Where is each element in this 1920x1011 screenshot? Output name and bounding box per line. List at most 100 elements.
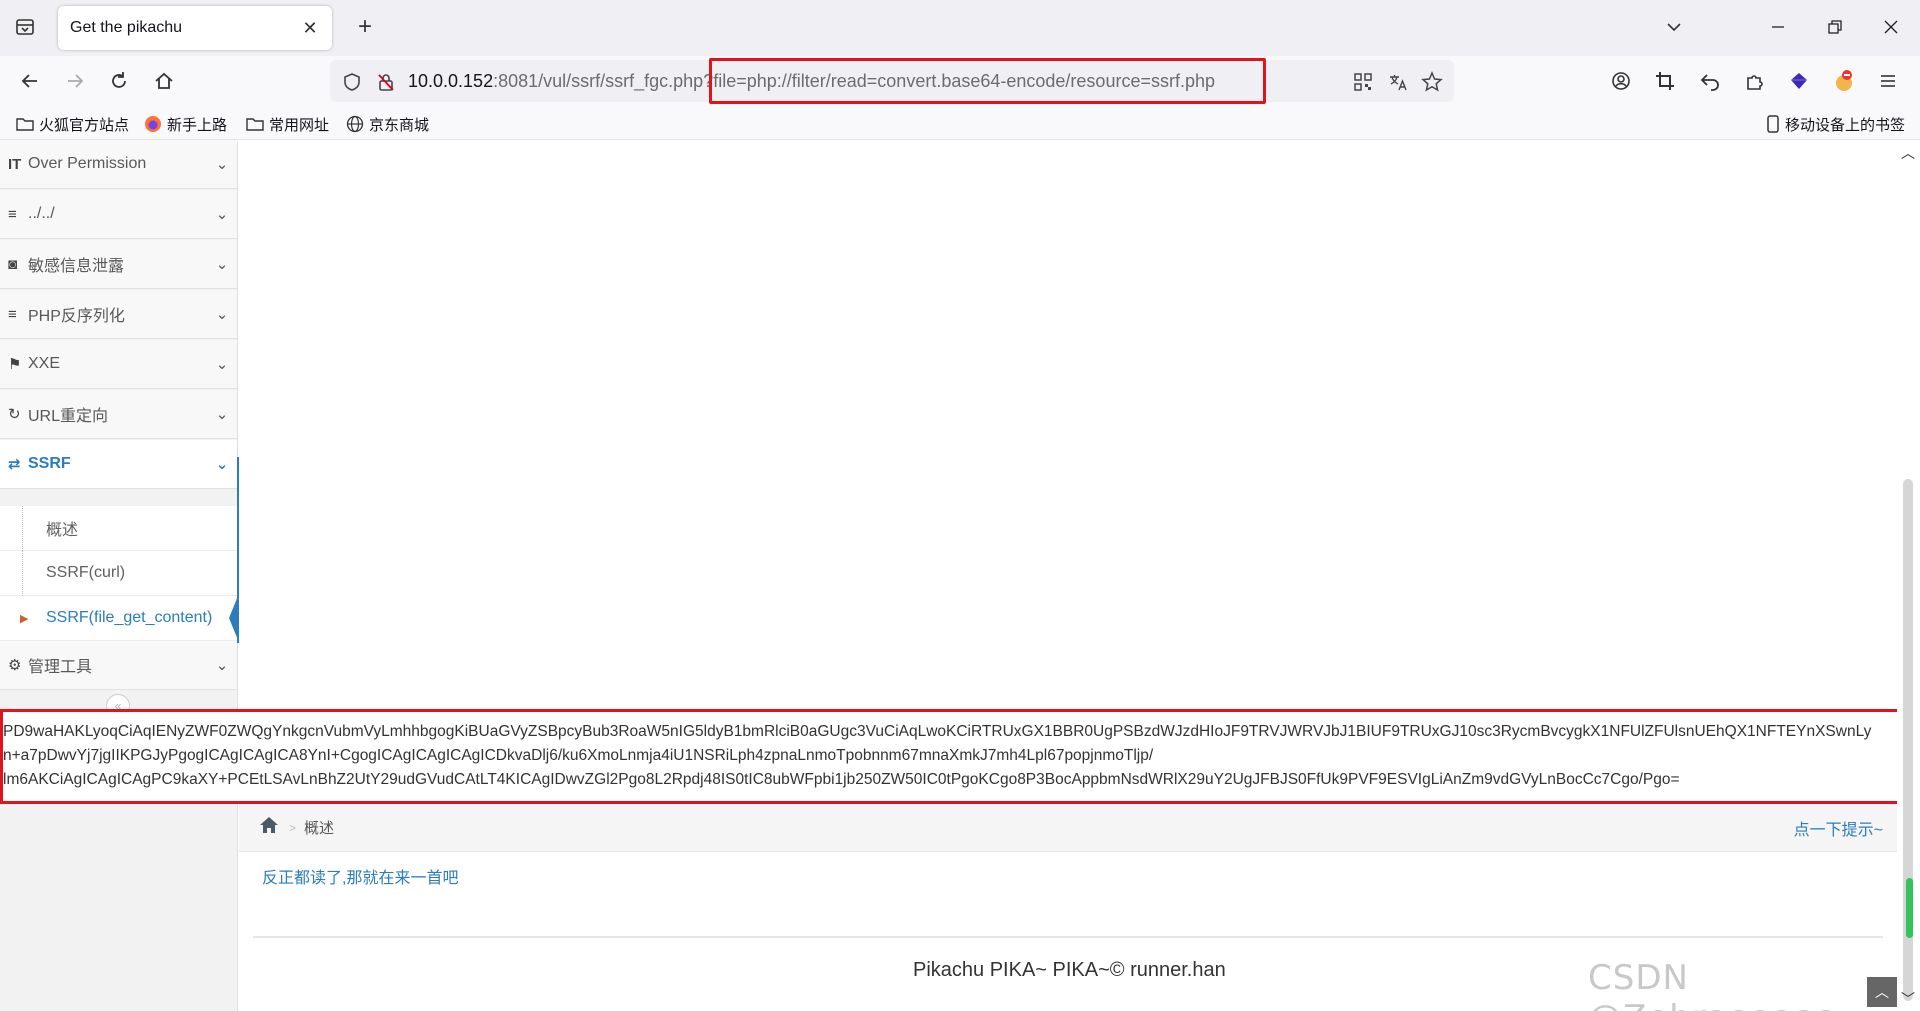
footer-text: Pikachu PIKA~ PIKA~© runner.han bbox=[913, 959, 1226, 981]
account-icon[interactable] bbox=[1606, 66, 1636, 96]
base64-output: PD9waHAKLyoqCiAqIENyZWF0ZWQgYnkgcnVubmVy… bbox=[3, 712, 1893, 792]
list-icon: ≡ bbox=[8, 305, 17, 323]
chevron-down-icon: ⌄ bbox=[215, 206, 229, 223]
sidebar-item-label: XXE bbox=[28, 355, 61, 372]
sidebar-subitem-ssrf-file-get-content[interactable]: ▶ SSRF(file_get_content) bbox=[0, 596, 238, 641]
restore-icon[interactable] bbox=[1815, 10, 1855, 44]
sidebar-item-info-leak[interactable]: ◙ 敏感信息泄露 ⌄ bbox=[0, 240, 237, 289]
bookmark-item[interactable]: 火狐官方站点 bbox=[16, 113, 129, 135]
menu-hamburger-icon[interactable] bbox=[1873, 66, 1903, 96]
sidebar-subitem-label: SSRF(curl) bbox=[46, 564, 126, 581]
home-icon[interactable] bbox=[149, 66, 179, 96]
bookmark-label: 常用网址 bbox=[269, 116, 330, 134]
qr-code-icon[interactable] bbox=[1351, 70, 1375, 94]
output-line: lm6AKCiAgICAgICAgPC9kaXY+PCEtLSAvLnBhZ2U… bbox=[3, 771, 1680, 788]
active-tab[interactable]: Get the pikachu ✕ bbox=[58, 6, 332, 50]
exchange-icon: ⇄ bbox=[8, 456, 21, 473]
sidebar-item-label: 管理工具 bbox=[28, 659, 93, 676]
tab-list-icon[interactable] bbox=[12, 14, 38, 40]
footer-divider bbox=[253, 936, 1883, 938]
poem-link[interactable]: 反正都读了,那就在来一首吧 bbox=[262, 864, 458, 888]
sidebar-item-url-redirect[interactable]: ↻ URL重定向 ⌄ bbox=[0, 390, 237, 439]
navigation-bar: 10.0.0.152:8081/vul/ssrf/ssrf_fgc.php?fi… bbox=[0, 56, 1920, 106]
sidebar-subitem-label: SSRF(file_get_content) bbox=[46, 609, 213, 626]
folder-icon bbox=[246, 118, 264, 131]
url-path: :8081/vul/ssrf/ssrf_fgc.php bbox=[493, 71, 704, 91]
undo-arrow-icon[interactable] bbox=[1695, 66, 1725, 96]
globe-icon bbox=[346, 115, 364, 133]
bookmark-item[interactable]: 常用网址 bbox=[246, 113, 329, 135]
caret-right-icon: ▶ bbox=[20, 612, 29, 625]
sidebar-item-xxe[interactable]: ⚑ XXE ⌄ bbox=[0, 340, 237, 389]
firefox-icon bbox=[145, 116, 161, 132]
camera-icon: ◙ bbox=[8, 255, 18, 273]
sidebar-item-php-unserialize[interactable]: ≡ PHP反序列化 ⌄ bbox=[0, 290, 237, 339]
sidebar-item-label: SSRF bbox=[28, 455, 71, 472]
bookmark-label: 火狐官方站点 bbox=[39, 116, 130, 134]
output-line: n+a7pDwvYj7jgIIKPGJyPgogICAgICAgICA8YnI+… bbox=[3, 747, 1154, 764]
back-to-top-icon[interactable]: ︿ bbox=[1867, 977, 1897, 1007]
chevron-down-icon: ⌄ bbox=[215, 657, 229, 674]
tree-line bbox=[22, 551, 23, 596]
url-host: 10.0.0.152 bbox=[408, 71, 494, 91]
sidebar-subitem-ssrf-curl[interactable]: SSRF(curl) bbox=[0, 551, 237, 596]
breadcrumb-separator-icon: > bbox=[289, 820, 297, 835]
back-arrow-icon[interactable] bbox=[15, 66, 45, 96]
base64-output-box: PD9waHAKLyoqCiAqIENyZWF0ZWQgYnkgcnVubmVy… bbox=[0, 709, 1902, 804]
chevron-down-icon: ⌄ bbox=[215, 406, 229, 423]
sidebar-item-label: Over Permission bbox=[28, 155, 147, 172]
bookmark-label: 新手上路 bbox=[167, 116, 228, 134]
mobile-device-icon bbox=[1767, 115, 1779, 133]
flag-icon: ⚑ bbox=[8, 356, 22, 373]
extension-diamond-icon[interactable] bbox=[1784, 66, 1814, 96]
sidebar: IT Over Permission ⌄ ≡ ../../ ⌄ ◙ 敏感信息泄露… bbox=[0, 140, 238, 1011]
tab-title: Get the pikachu bbox=[70, 19, 183, 36]
text-height-icon: IT bbox=[8, 155, 22, 173]
extension-avatar-icon[interactable] bbox=[1829, 66, 1859, 96]
sidebar-item-label: URL重定向 bbox=[28, 408, 109, 425]
gear-icon: ⚙ bbox=[8, 657, 22, 674]
bookmark-star-icon[interactable] bbox=[1420, 70, 1444, 94]
refresh-icon: ↻ bbox=[8, 406, 21, 423]
crop-screenshot-icon[interactable] bbox=[1650, 66, 1680, 96]
translate-icon[interactable] bbox=[1386, 70, 1410, 94]
reload-icon[interactable] bbox=[104, 66, 134, 96]
bookmark-item[interactable]: 京东商城 bbox=[346, 113, 429, 135]
minimize-icon[interactable] bbox=[1758, 10, 1798, 44]
scroll-indicator bbox=[1906, 878, 1913, 938]
list-icon: ≡ bbox=[8, 205, 17, 223]
sidebar-item-dir-traversal[interactable]: ≡ ../../ ⌄ bbox=[0, 190, 237, 239]
tab-strip: Get the pikachu ✕ + bbox=[0, 0, 1920, 56]
sidebar-item-label: ../../ bbox=[28, 205, 55, 222]
tab-overflow-chevron-icon[interactable] bbox=[1654, 10, 1694, 44]
sidebar-item-ssrf[interactable]: ⇄ SSRF ⌄ bbox=[0, 440, 237, 489]
bookmarks-bar: 火狐官方站点 新手上路 常用网址 京东商城 移动设备上的书签 bbox=[0, 106, 1920, 140]
home-icon[interactable] bbox=[259, 816, 281, 839]
hint-link[interactable]: 点一下提示~ bbox=[1794, 816, 1883, 840]
sidebar-item-admin-tools[interactable]: ⚙ 管理工具 ⌄ bbox=[0, 641, 237, 690]
output-line: PD9waHAKLyoqCiAqIENyZWF0ZWQgYnkgcnVubmVy… bbox=[3, 723, 1872, 740]
new-tab-button[interactable]: + bbox=[350, 12, 380, 42]
sidebar-item-over-permission[interactable]: IT Over Permission ⌄ bbox=[0, 140, 237, 189]
close-window-icon[interactable] bbox=[1871, 10, 1911, 44]
scroll-up-icon[interactable]: ︿ bbox=[1901, 143, 1915, 163]
breadcrumb-current: 概述 bbox=[304, 820, 335, 837]
chevron-down-icon: ⌄ bbox=[215, 256, 229, 273]
bookmark-item[interactable]: 新手上路 bbox=[144, 113, 227, 135]
sidebar-subitem-overview[interactable]: 概述 bbox=[0, 506, 237, 551]
page-viewport: IT Over Permission ⌄ ≡ ../../ ⌄ ◙ 敏感信息泄露… bbox=[0, 140, 1920, 1011]
sidebar-item-label: 敏感信息泄露 bbox=[28, 258, 125, 275]
chevron-down-icon: ⌄ bbox=[215, 356, 229, 373]
insecure-lock-icon[interactable] bbox=[374, 70, 398, 94]
chevron-down-icon: ⌄ bbox=[215, 306, 229, 323]
bookmark-label: 移动设备上的书签 bbox=[1785, 116, 1906, 134]
breadcrumb: > 概述 点一下提示~ bbox=[239, 804, 1897, 852]
forward-arrow-icon[interactable] bbox=[60, 66, 90, 96]
scroll-down-icon[interactable]: ﹀ bbox=[1901, 989, 1915, 1009]
chevron-down-icon: ⌄ bbox=[215, 456, 229, 473]
mobile-bookmarks-folder[interactable]: 移动设备上的书签 bbox=[1766, 113, 1905, 135]
extensions-puzzle-icon[interactable] bbox=[1740, 66, 1770, 96]
shield-icon[interactable] bbox=[340, 70, 364, 94]
folder-icon bbox=[16, 118, 34, 131]
close-tab-icon[interactable]: ✕ bbox=[300, 18, 320, 39]
